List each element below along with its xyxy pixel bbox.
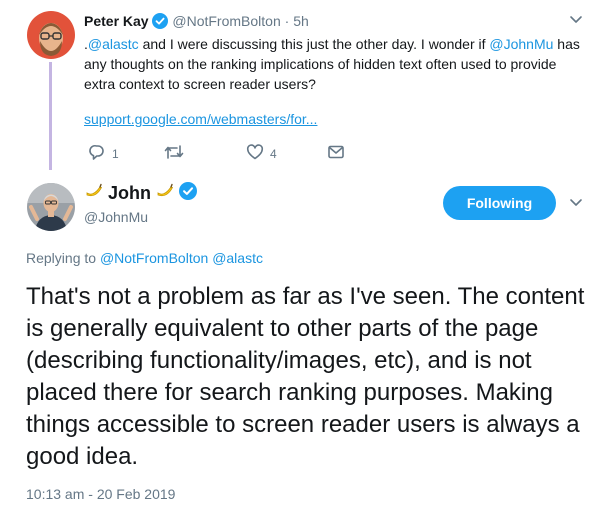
main-author-name-row[interactable]: John [84,182,197,205]
verified-icon [179,182,197,205]
parent-tweet-link[interactable]: support.google.com/webmasters/for... [84,111,317,127]
meta-separator: · [284,13,290,29]
avatar-peter-kay[interactable] [27,11,75,59]
verified-icon [152,13,169,32]
chevron-down-icon[interactable] [569,12,583,30]
reply-count: 1 [112,146,119,161]
parent-author-handle[interactable]: @NotFromBolton [172,13,280,29]
parent-tweet-time[interactable]: 5h [293,13,309,29]
thread-connector-line [49,62,52,170]
retweet-icon [164,143,184,164]
retweet-action[interactable] [164,143,190,164]
main-author-name[interactable]: John [108,183,151,204]
mention-alastc[interactable]: @alastc [88,36,139,52]
text-middle: and I were discussing this just the othe… [138,36,490,52]
dm-icon [327,143,345,164]
banana-icon [84,182,104,205]
main-author-handle[interactable]: @JohnMu [84,209,148,225]
chevron-down-icon[interactable] [569,195,583,213]
mention-alastc[interactable]: @alastc [212,250,263,266]
reply-icon [88,143,106,164]
reply-action[interactable]: 1 [88,143,119,164]
main-tweet-text: That's not a problem as far as I've seen… [26,283,585,470]
like-count: 4 [270,146,277,161]
parent-author-name[interactable]: Peter Kay [84,13,149,29]
replying-to-line: Replying to @NotFromBolton @alastc [26,250,263,266]
parent-tweet-header: Peter Kay @NotFromBolton · 5h [84,13,309,32]
dm-action[interactable] [327,143,345,164]
following-button[interactable]: Following [443,186,556,220]
mention-notfrombolton[interactable]: @NotFromBolton [100,250,208,266]
mention-johnmu[interactable]: @JohnMu [489,36,553,52]
like-icon [246,143,264,164]
replying-prefix: Replying to [26,250,100,266]
avatar-john[interactable] [27,183,75,231]
tweet-timestamp[interactable]: 10:13 am - 20 Feb 2019 [26,486,175,502]
banana-icon [155,182,175,205]
like-action[interactable]: 4 [246,143,277,164]
parent-tweet-text: .@alastc and I were discussing this just… [84,34,584,94]
